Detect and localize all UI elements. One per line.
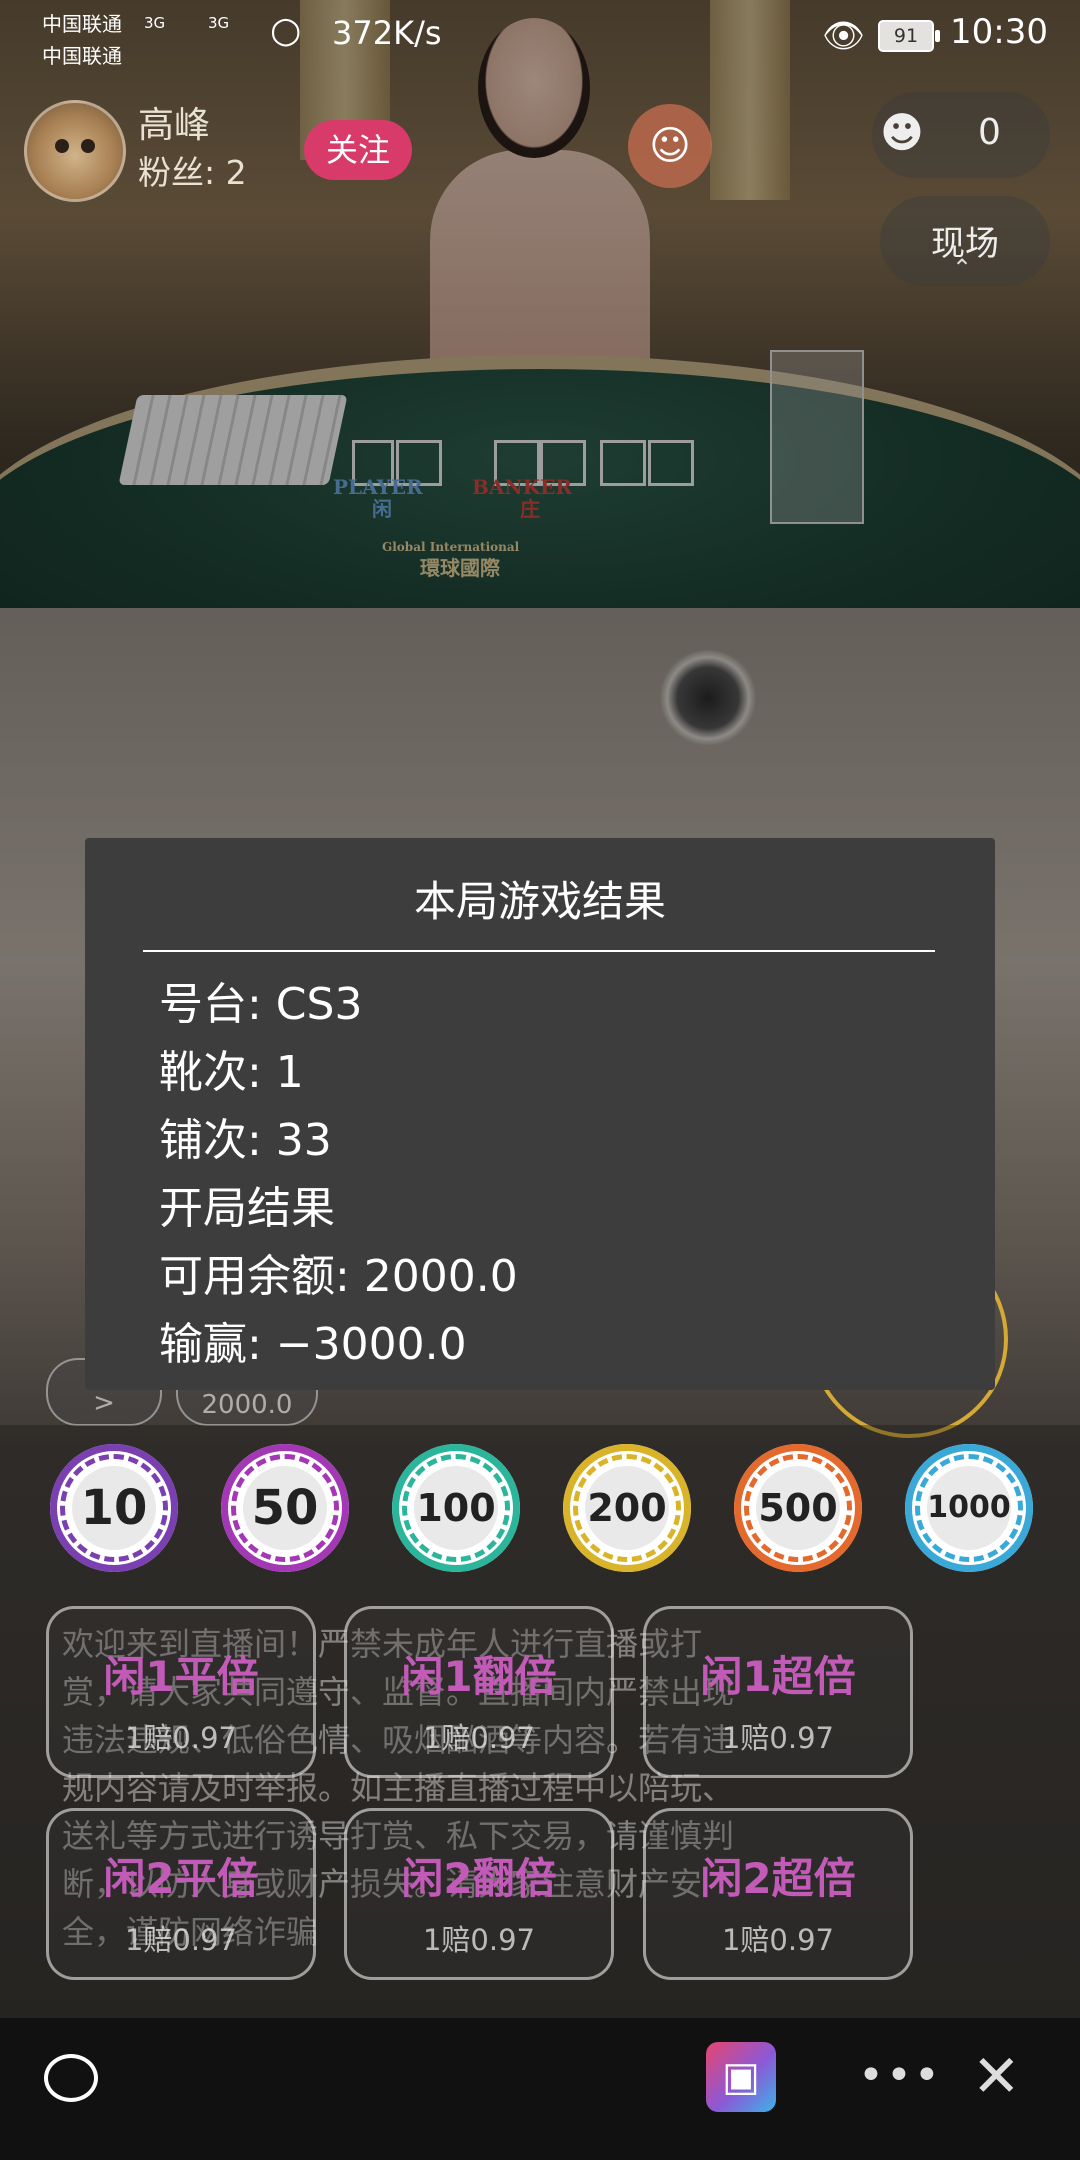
bet-option-title: 闲2翻倍: [401, 1854, 557, 1903]
eye-icon: 👁: [822, 16, 866, 56]
host-name[interactable]: 高峰: [138, 96, 210, 148]
carrier-1: 中国联通: [42, 12, 122, 36]
user-icon[interactable]: ☺: [628, 104, 712, 188]
bet-option-button[interactable]: 闲1超倍 1赔0.97: [643, 1606, 913, 1778]
more-icon[interactable]: •••: [858, 2050, 942, 2101]
bet-option-odds: 1赔0.97: [422, 1923, 536, 1957]
chevron-up-icon: ⌃: [952, 254, 973, 282]
chip-500[interactable]: 500: [734, 1444, 862, 1572]
bet-option-title: 闲2超倍: [700, 1854, 856, 1903]
chip-10[interactable]: 10: [50, 1444, 178, 1572]
chat-icon[interactable]: [44, 2054, 98, 2102]
chip-value: 10: [72, 1466, 156, 1550]
signal-2: 3G: [208, 14, 230, 32]
bet-option-button[interactable]: 闲1翻倍 1赔0.97: [344, 1606, 614, 1778]
chip-value: 500: [756, 1466, 840, 1550]
gift-icon[interactable]: ▣: [706, 2042, 776, 2112]
chip-value: 200: [585, 1466, 669, 1550]
table-number: 号台: CS3: [159, 979, 363, 1030]
bet-option-title: 闲1超倍: [700, 1652, 856, 1701]
result-dialog: 本局游戏结果 号台: CS3 靴次: 1 铺次: 33 开局结果 可用余额: 2…: [85, 838, 995, 1390]
bet-option-odds: 1赔0.97: [721, 1721, 835, 1755]
result-label: 开局结果: [159, 1183, 335, 1234]
bet-option-title: 闲1翻倍: [401, 1652, 557, 1701]
bet-option-odds: 1赔0.97: [422, 1721, 536, 1755]
clock: 10:30: [950, 12, 1048, 52]
network-speed: 372K/s: [332, 14, 442, 52]
chip-100[interactable]: 100: [392, 1444, 520, 1572]
bet-option-title: 闲1平倍: [103, 1652, 259, 1701]
bet-option-button[interactable]: 闲2平倍 1赔0.97: [46, 1808, 316, 1980]
bet-option-button[interactable]: 闲2翻倍 1赔0.97: [344, 1808, 614, 1980]
bet-option-button[interactable]: 闲1平倍 1赔0.97: [46, 1606, 316, 1778]
dialog-title: 本局游戏结果: [413, 877, 666, 926]
chip-value: 50: [243, 1466, 327, 1550]
bet-option-odds: 1赔0.97: [721, 1923, 835, 1957]
follow-button[interactable]: 关注: [304, 120, 412, 180]
battery-indicator: 91: [878, 20, 940, 52]
close-icon[interactable]: ✕: [972, 2046, 1021, 2106]
bet-option-button[interactable]: 闲2超倍 1赔0.97: [643, 1808, 913, 1980]
round-number: 铺次: 33: [159, 1115, 332, 1166]
bet-option-title: 闲2平倍: [103, 1854, 259, 1903]
bet-option-odds: 1赔0.97: [124, 1923, 238, 1957]
chip-1000[interactable]: 1000: [905, 1444, 1033, 1572]
carrier-2: 中国联通: [42, 44, 122, 68]
chip-value: 1000: [927, 1466, 1011, 1550]
available-balance: 可用余额: 2000.0: [159, 1251, 518, 1302]
chip-value: 100: [414, 1466, 498, 1550]
wifi-icon: ○: [270, 10, 302, 51]
shoe-number: 靴次: 1: [159, 1047, 304, 1098]
chip-50[interactable]: 50: [221, 1444, 349, 1572]
people-icon: ☻: [880, 108, 924, 157]
signal-1: 3G: [144, 14, 166, 32]
divider: [143, 950, 935, 952]
host-fans: 粉丝: 2: [138, 153, 247, 192]
chip-200[interactable]: 200: [563, 1444, 691, 1572]
status-bar: 中国联通 中国联通 3G 3G ○ 372K/s 👁 91 10:30: [0, 0, 1080, 72]
bet-option-odds: 1赔0.97: [124, 1721, 238, 1755]
scene-button[interactable]: 现场 ⌃: [880, 196, 1050, 286]
host-avatar[interactable]: [24, 100, 126, 202]
viewer-count: 0: [978, 112, 1001, 153]
win-loss: 输赢: −3000.0: [159, 1319, 467, 1370]
